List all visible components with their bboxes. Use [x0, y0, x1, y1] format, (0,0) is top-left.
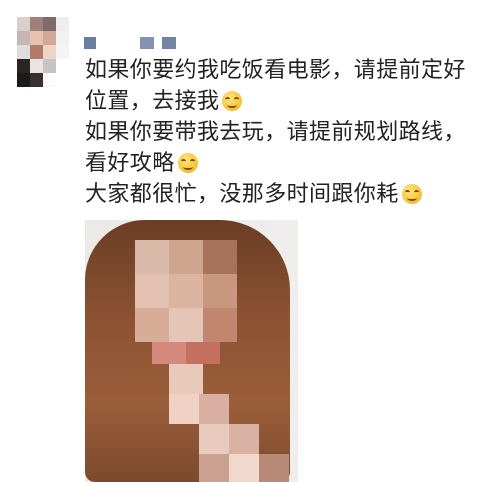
mosaic-block: [203, 274, 237, 308]
mosaic-block: [203, 308, 237, 342]
mosaic-block: [199, 394, 229, 424]
moments-post: 如果你要约我吃饭看电影，请提前定好 位置，去接我 如果你要带我去玩，请提前规划路…: [0, 0, 504, 482]
mosaic-block: [169, 308, 203, 342]
post-line-text: 看好攻略: [85, 151, 175, 176]
mosaic-block: [169, 394, 199, 424]
mosaic-block: [229, 424, 259, 454]
smiling-face-icon: [222, 91, 243, 111]
post-line-text: 如果你要带我去玩，请提前规划路线，: [85, 120, 466, 145]
mosaic-block: [186, 342, 220, 364]
mosaic-block: [135, 308, 169, 342]
post-line: 如果你要约我吃饭看电影，请提前定好: [85, 55, 500, 86]
post-line: 位置，去接我: [85, 86, 500, 117]
post-line-text: 大家都很忙，没那多时间跟你耗: [85, 182, 399, 207]
post-line: 大家都很忙，没那多时间跟你耗: [85, 179, 500, 210]
mosaic-block: [152, 342, 186, 364]
mosaic-block: [259, 454, 289, 482]
nickname-redacted[interactable]: [84, 37, 194, 49]
post-line: 看好攻略: [85, 148, 500, 179]
mosaic-block: [169, 274, 203, 308]
post-photo[interactable]: [85, 220, 298, 482]
avatar[interactable]: [17, 17, 69, 87]
smiling-face-icon: [177, 153, 198, 173]
post-text: 如果你要约我吃饭看电影，请提前定好 位置，去接我 如果你要带我去玩，请提前规划路…: [85, 55, 500, 210]
post-line: 如果你要带我去玩，请提前规划路线，: [85, 117, 500, 148]
smiling-face-icon: [401, 184, 422, 204]
mosaic-block: [199, 424, 229, 454]
mosaic-block: [229, 454, 259, 482]
mosaic-block: [199, 454, 229, 482]
post-line-text: 位置，去接我: [85, 89, 220, 114]
mosaic-block: [169, 364, 203, 394]
mosaic-block: [135, 240, 169, 274]
mosaic-block: [135, 274, 169, 308]
mosaic-block: [203, 240, 237, 274]
mosaic-block: [169, 240, 203, 274]
post-line-text: 如果你要约我吃饭看电影，请提前定好: [85, 58, 466, 83]
